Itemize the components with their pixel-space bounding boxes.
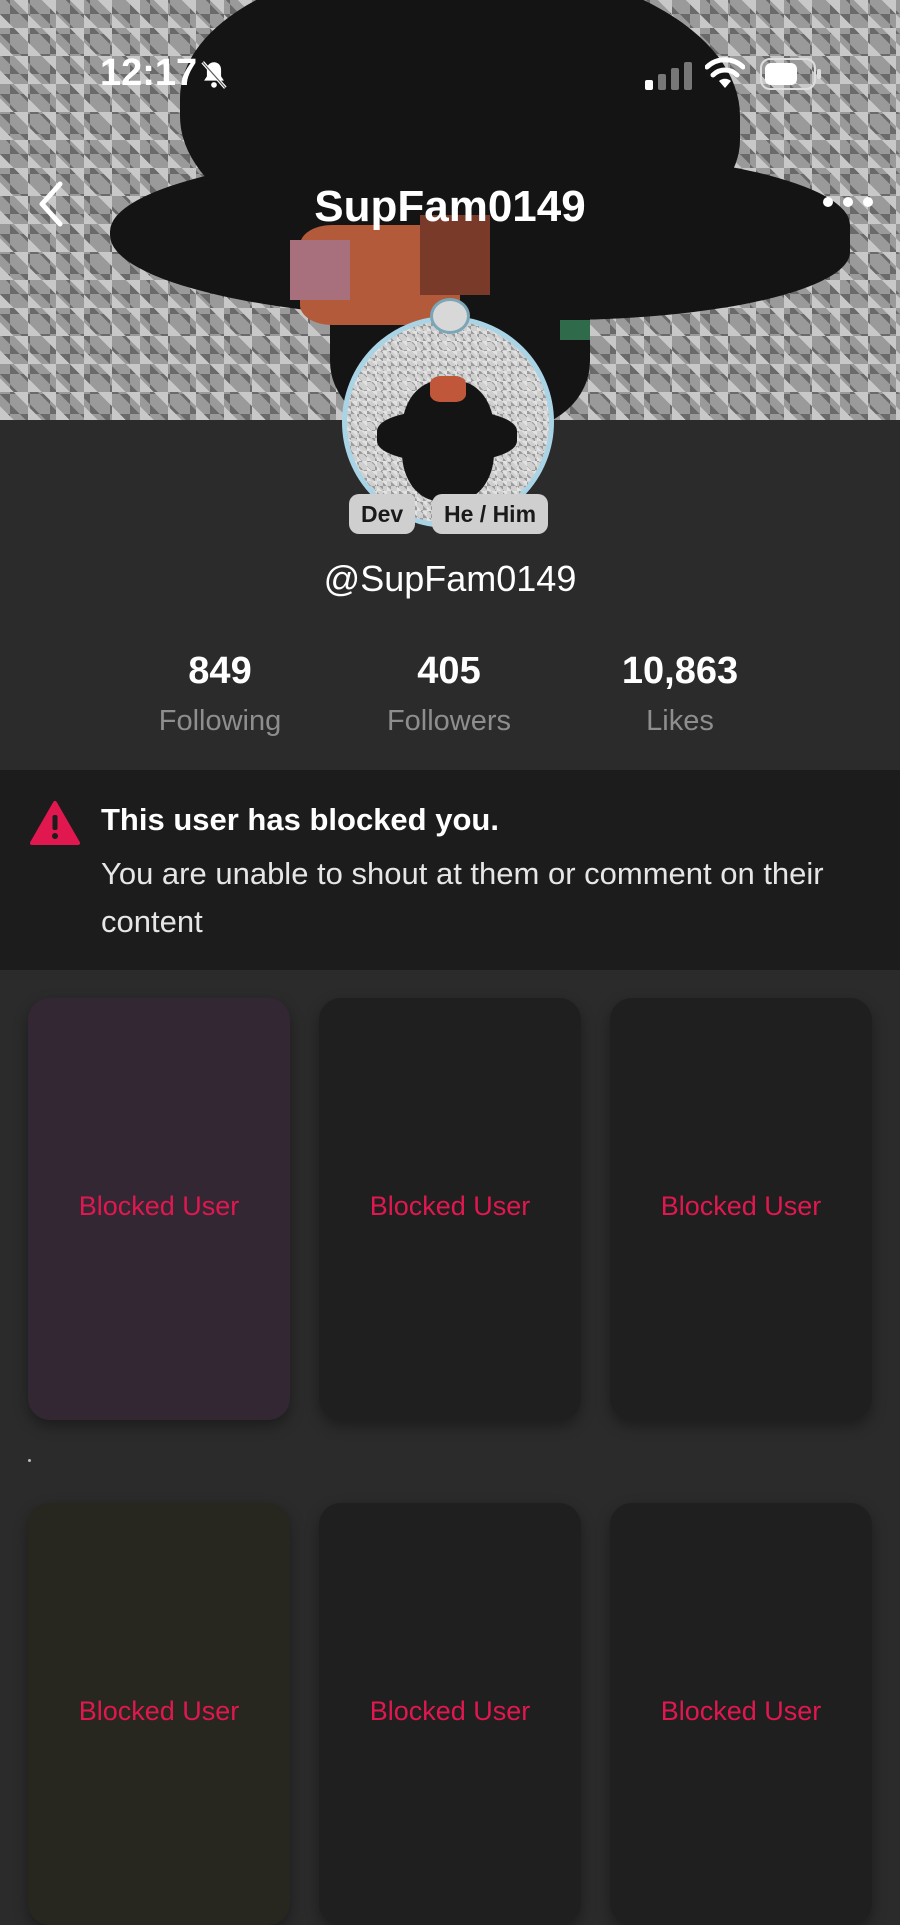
bell-off-icon [201, 61, 227, 89]
likes-stat: 10,863 Likes [580, 650, 780, 738]
followers-label: Followers [386, 705, 512, 737]
following-stat[interactable]: 849 Following [120, 650, 320, 738]
blocked-notice-message: You are unable to shout at them or comme… [101, 856, 824, 939]
blocked-user-label: Blocked User [369, 1696, 531, 1726]
dev-badge: Dev [349, 494, 416, 534]
top-nav: SupFam0149 [0, 170, 900, 240]
blocked-user-label: Blocked User [660, 1191, 822, 1221]
pronoun-badge: He / Him [432, 494, 549, 534]
status-time: 12:17 [100, 52, 198, 94]
profile-stats: 849 Following 405 Followers 10,863 Likes [0, 650, 900, 760]
content-card[interactable]: Blocked User [610, 998, 872, 1420]
more-icon[interactable] [820, 192, 876, 212]
blocked-notice: This user has blocked you. You are unabl… [0, 770, 900, 970]
content-card[interactable]: Blocked User [610, 1503, 872, 1925]
profile-handle: @SupFam0149 [323, 558, 577, 599]
following-count: 849 [188, 650, 252, 692]
blocked-user-label: Blocked User [78, 1191, 240, 1221]
profile-badges: Dev He / Him [0, 494, 900, 538]
content-card[interactable]: Blocked User [319, 998, 581, 1420]
content-card[interactable]: Blocked User [28, 998, 290, 1420]
blocked-notice-title: This user has blocked you. [101, 802, 499, 837]
blocked-user-label: Blocked User [660, 1696, 822, 1726]
wifi-icon [705, 57, 745, 88]
divider-dot [28, 1459, 31, 1462]
likes-count: 10,863 [621, 650, 739, 692]
status-bar: 12:17 [0, 40, 900, 110]
page-title: SupFam0149 [314, 182, 586, 231]
following-label: Following [158, 705, 282, 737]
blocked-user-label: Blocked User [78, 1696, 240, 1726]
followers-count: 405 [417, 650, 481, 692]
content-grid: Blocked User Blocked User Blocked User B… [0, 998, 900, 1925]
signal-icon [645, 62, 692, 90]
blocked-user-label: Blocked User [369, 1191, 531, 1221]
warning-icon [30, 801, 80, 845]
battery-icon [760, 58, 821, 90]
content-card[interactable]: Blocked User [319, 1503, 581, 1925]
content-card[interactable]: Blocked User [28, 1503, 290, 1925]
avatar-frame-ornament [430, 298, 470, 334]
followers-stat[interactable]: 405 Followers [349, 650, 549, 738]
likes-label: Likes [646, 705, 714, 737]
